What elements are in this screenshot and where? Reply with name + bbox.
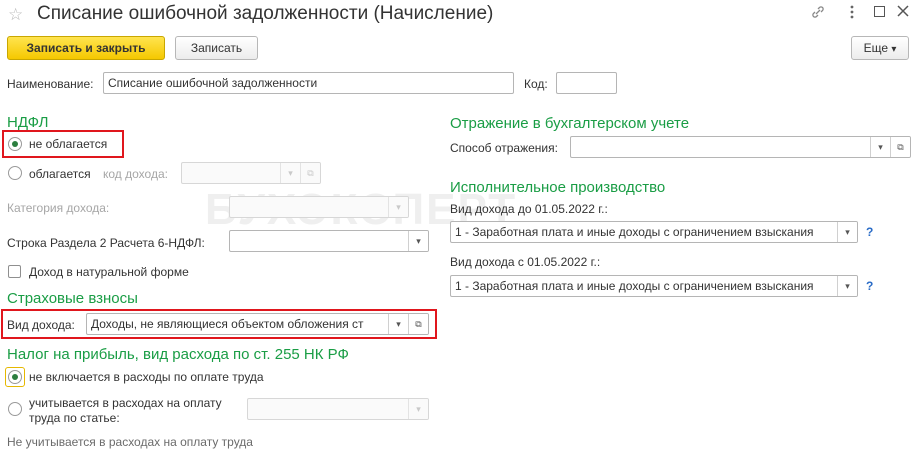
code-field[interactable] — [556, 72, 617, 94]
star-icon[interactable]: ☆ — [8, 5, 23, 25]
income-code-label: код дохода: — [103, 167, 168, 181]
save-and-close-button[interactable]: Записать и закрыть — [7, 36, 165, 60]
chevron-down-icon[interactable]: ▾ — [837, 222, 857, 242]
ndfl-not-taxed-radio[interactable] — [8, 137, 22, 151]
in-kind-checkbox[interactable] — [8, 265, 21, 278]
profit-tax-heading: Налог на прибыль, вид расхода по ст. 255… — [7, 346, 349, 363]
close-icon[interactable] — [896, 4, 910, 18]
ndfl-heading: НДФЛ — [7, 114, 49, 131]
profit-included-radio[interactable] — [8, 402, 22, 416]
chevron-down-icon[interactable]: ▾ — [837, 276, 857, 296]
profit-included-label-1[interactable]: учитывается в расходах на оплату — [29, 396, 222, 410]
ndfl-not-taxed-label[interactable]: не облагается — [29, 137, 107, 151]
enforcement-after-value: 1 - Заработная плата и иные доходы с огр… — [455, 279, 814, 293]
income-category-field[interactable]: ▾ — [229, 196, 409, 218]
enforcement-after-field[interactable]: 1 - Заработная плата и иные доходы с огр… — [450, 275, 858, 297]
insurance-income-type-field[interactable]: Доходы, не являющиеся объектом обложения… — [86, 313, 429, 335]
enforcement-before-field[interactable]: 1 - Заработная плата и иные доходы с огр… — [450, 221, 858, 243]
code-label: Код: — [524, 77, 548, 91]
insurance-heading: Страховые взносы — [7, 290, 138, 307]
ndfl-taxed-radio[interactable] — [8, 166, 22, 180]
income-code-field[interactable]: ▾ ⧉ — [181, 162, 321, 184]
window-title: Списание ошибочной задолженности (Начисл… — [37, 3, 494, 24]
income-category-label: Категория дохода: — [7, 201, 110, 215]
more-icon[interactable] — [850, 4, 854, 20]
profit-not-included-label[interactable]: не включается в расходы по оплате труда — [29, 370, 264, 384]
chevron-down-icon[interactable]: ▾ — [408, 231, 428, 251]
help-icon[interactable]: ? — [866, 279, 873, 293]
insurance-income-type-value: Доходы, не являющиеся объектом обложения… — [91, 317, 364, 331]
chevron-down-icon: ▾ — [891, 44, 897, 55]
more-button-label: Еще — [863, 41, 889, 55]
accounting-heading: Отражение в бухгалтерском учете — [450, 115, 690, 132]
maximize-icon[interactable] — [874, 6, 885, 17]
profit-tax-note: Не учитывается в расходах на оплату труд… — [7, 435, 253, 449]
open-icon[interactable]: ⧉ — [408, 314, 428, 334]
chevron-down-icon[interactable]: ▾ — [388, 197, 408, 217]
chevron-down-icon[interactable]: ▾ — [870, 137, 890, 157]
accounting-method-field[interactable]: ▾ ⧉ — [570, 136, 911, 158]
open-icon[interactable]: ⧉ — [300, 163, 320, 183]
chevron-down-icon[interactable]: ▾ — [280, 163, 300, 183]
ndfl-taxed-label[interactable]: облагается — [29, 167, 91, 181]
chevron-down-icon[interactable]: ▾ — [388, 314, 408, 334]
name-label: Наименование: — [7, 77, 94, 91]
name-value: Списание ошибочной задолженности — [108, 76, 318, 90]
more-button[interactable]: Еще ▾ — [851, 36, 909, 60]
profit-article-field[interactable]: ▾ — [247, 398, 429, 420]
save-button[interactable]: Записать — [175, 36, 258, 60]
name-field[interactable]: Списание ошибочной задолженности — [103, 72, 514, 94]
open-icon[interactable]: ⧉ — [890, 137, 910, 157]
insurance-income-type-label: Вид дохода: — [7, 318, 75, 332]
enforcement-heading: Исполнительное производство — [450, 179, 666, 196]
profit-not-included-radio[interactable] — [8, 370, 22, 384]
profit-included-label-2[interactable]: труда по статье: — [29, 411, 120, 425]
in-kind-label[interactable]: Доход в натуральной форме — [29, 265, 189, 279]
enforcement-after-label: Вид дохода с 01.05.2022 г.: — [450, 255, 601, 269]
chevron-down-icon[interactable]: ▾ — [408, 399, 428, 419]
help-icon[interactable]: ? — [866, 225, 873, 239]
enforcement-before-label: Вид дохода до 01.05.2022 г.: — [450, 202, 608, 216]
section2-field[interactable]: ▾ — [229, 230, 429, 252]
accounting-method-label: Способ отражения: — [450, 141, 558, 155]
section2-label: Строка Раздела 2 Расчета 6-НДФЛ: — [7, 236, 205, 250]
enforcement-before-value: 1 - Заработная плата и иные доходы с огр… — [455, 225, 814, 239]
link-icon[interactable] — [811, 5, 825, 19]
